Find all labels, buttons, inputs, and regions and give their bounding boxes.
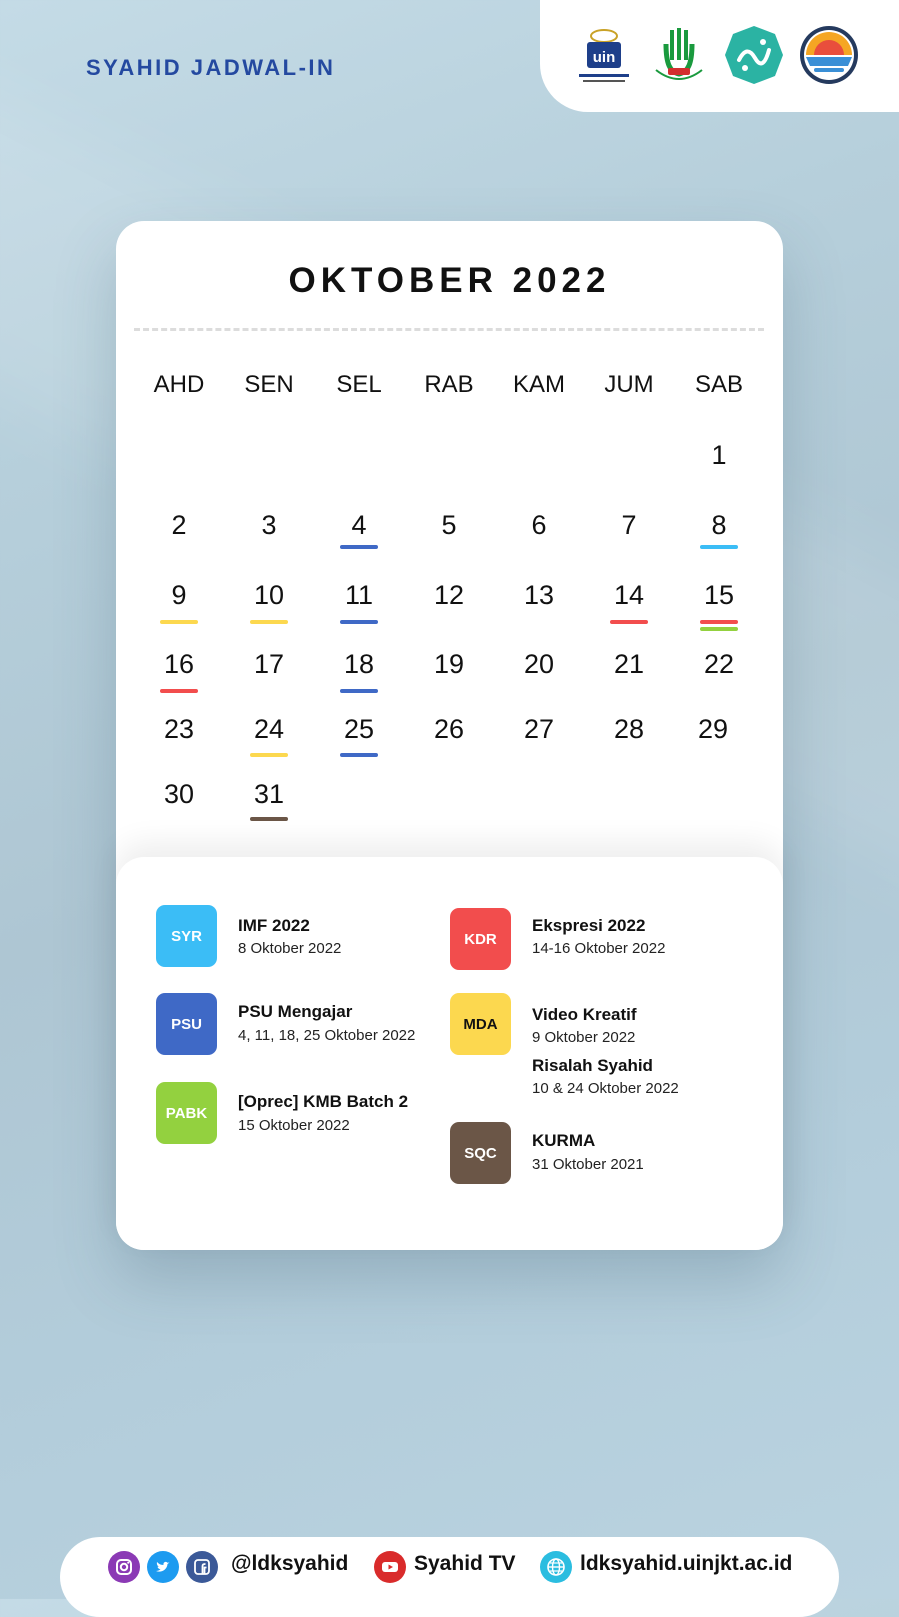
event-marker-kdr bbox=[610, 620, 648, 624]
brand-title: SYAHID JADWAL-IN bbox=[86, 55, 336, 80]
calendar-day[interactable]: 20 bbox=[494, 649, 584, 680]
calendar-day[interactable]: 13 bbox=[494, 580, 584, 611]
event-title: Risalah Syahid bbox=[532, 1056, 653, 1075]
social-handle[interactable]: @ldksyahid bbox=[231, 1552, 348, 1576]
event-title: PSU Mengajar bbox=[238, 1002, 353, 1021]
badge-kdr: KDR bbox=[450, 908, 511, 970]
event-title: Video Kreatif bbox=[532, 1005, 637, 1024]
badge-pabk: PABK bbox=[156, 1082, 217, 1144]
divider bbox=[134, 328, 764, 331]
logo-panel: uin bbox=[540, 0, 899, 112]
facebook-icon[interactable] bbox=[186, 1551, 218, 1583]
event-date: 15 Oktober 2022 bbox=[238, 1117, 350, 1134]
calendar-day[interactable]: 23 bbox=[134, 714, 224, 745]
event-marker-mda bbox=[250, 753, 288, 757]
calendar-day[interactable]: 2 bbox=[134, 510, 224, 541]
calendar-day[interactable]: 19 bbox=[404, 649, 494, 680]
arabic-calligraphy-logo bbox=[723, 24, 785, 86]
weekday-label: JUM bbox=[604, 371, 654, 398]
calendar-day[interactable]: 31 bbox=[224, 779, 314, 810]
website-link[interactable]: ldksyahid.uinjkt.ac.id bbox=[580, 1552, 792, 1576]
calendar-day[interactable]: 15 bbox=[674, 580, 764, 611]
calendar-day[interactable]: 3 bbox=[224, 510, 314, 541]
badge-mda: MDA bbox=[450, 993, 511, 1055]
calendar-day[interactable]: 5 bbox=[404, 510, 494, 541]
weekday-label: SEL bbox=[336, 371, 382, 398]
social-footer: @ldksyahid Syahid TV ldksyahid.uinjkt.ac… bbox=[60, 1537, 839, 1617]
calendar-day[interactable]: 4 bbox=[314, 510, 404, 541]
calendar-day[interactable]: 24 bbox=[224, 714, 314, 745]
event-marker-pabk bbox=[700, 627, 738, 631]
calendar-day[interactable]: 21 bbox=[584, 649, 674, 680]
calendar-day[interactable]: 9 bbox=[134, 580, 224, 611]
event-title: Ekspresi 2022 bbox=[532, 916, 646, 935]
event-title: KURMA bbox=[532, 1131, 596, 1150]
event-marker-psu bbox=[340, 620, 378, 624]
event-date: 9 Oktober 2022 bbox=[532, 1029, 636, 1046]
calendar-day[interactable]: 28 bbox=[584, 714, 674, 745]
event-marker-psu bbox=[340, 753, 378, 757]
event-marker-kdr bbox=[160, 689, 198, 693]
calendar-day[interactable]: 6 bbox=[494, 510, 584, 541]
event-marker-syr bbox=[700, 545, 738, 549]
twitter-icon[interactable] bbox=[147, 1551, 179, 1583]
youtube-icon[interactable] bbox=[374, 1551, 406, 1583]
event-date: 31 Oktober 2021 bbox=[532, 1156, 644, 1173]
youtube-channel[interactable]: Syahid TV bbox=[414, 1552, 516, 1576]
calendar-day[interactable]: 11 bbox=[314, 580, 404, 611]
calendar-day[interactable]: 12 bbox=[404, 580, 494, 611]
event-marker-psu bbox=[340, 545, 378, 549]
calendar-day[interactable]: 29 bbox=[668, 714, 758, 745]
badge-sqc: SQC bbox=[450, 1122, 511, 1184]
globe-icon[interactable] bbox=[540, 1551, 572, 1583]
weekday-label: KAM bbox=[512, 371, 565, 398]
calendar-day[interactable]: 17 bbox=[224, 649, 314, 680]
calendar-day[interactable]: 8 bbox=[674, 510, 764, 541]
weekday-label: SEN bbox=[244, 371, 294, 398]
event-legend: SYR IMF 2022 8 Oktober 2022 PSU PSU Meng… bbox=[116, 857, 783, 1250]
weekday-label: AHD bbox=[153, 371, 205, 398]
badge-psu: PSU bbox=[156, 993, 217, 1055]
instagram-icon[interactable] bbox=[108, 1551, 140, 1583]
calendar-day[interactable]: 22 bbox=[674, 649, 764, 680]
event-title: IMF 2022 bbox=[238, 916, 310, 935]
fsldk-logo bbox=[648, 24, 710, 86]
calendar-day[interactable]: 10 bbox=[224, 580, 314, 611]
event-marker-mda bbox=[250, 620, 288, 624]
calendar-day[interactable]: 18 bbox=[314, 649, 404, 680]
event-marker-psu bbox=[340, 689, 378, 693]
calendar-day[interactable]: 16 bbox=[134, 649, 224, 680]
event-marker-sqc bbox=[250, 817, 288, 821]
svg-text:uin: uin bbox=[593, 49, 616, 66]
month-title: OKTOBER 2022 bbox=[288, 261, 611, 300]
event-marker-mda bbox=[160, 620, 198, 624]
calendar-day[interactable]: 26 bbox=[404, 714, 494, 745]
ldk-syahid-logo bbox=[798, 24, 860, 86]
event-title: [Oprec] KMB Batch 2 bbox=[238, 1092, 409, 1111]
calendar-day[interactable]: 7 bbox=[584, 510, 674, 541]
uin-logo: uin bbox=[573, 24, 635, 86]
event-marker-kdr bbox=[700, 620, 738, 624]
calendar-day[interactable]: 14 bbox=[584, 580, 674, 611]
weekday-label: SAB bbox=[694, 371, 744, 398]
calendar-day[interactable]: 30 bbox=[134, 779, 224, 810]
calendar-day[interactable]: 1 bbox=[674, 440, 764, 471]
event-date: 10 & 24 Oktober 2022 bbox=[532, 1080, 679, 1097]
event-date: 14-16 Oktober 2022 bbox=[532, 940, 666, 957]
event-date: 8 Oktober 2022 bbox=[238, 940, 342, 957]
calendar-day[interactable]: 27 bbox=[494, 714, 584, 745]
event-date: 4, 11, 18, 25 Oktober 2022 bbox=[238, 1027, 416, 1044]
weekday-label: RAB bbox=[424, 371, 474, 398]
badge-syr: SYR bbox=[156, 905, 217, 967]
calendar-day[interactable]: 25 bbox=[314, 714, 404, 745]
calendar-card: OKTOBER 2022 AHD SEN SEL RAB KAM JUM SAB… bbox=[116, 221, 783, 1250]
